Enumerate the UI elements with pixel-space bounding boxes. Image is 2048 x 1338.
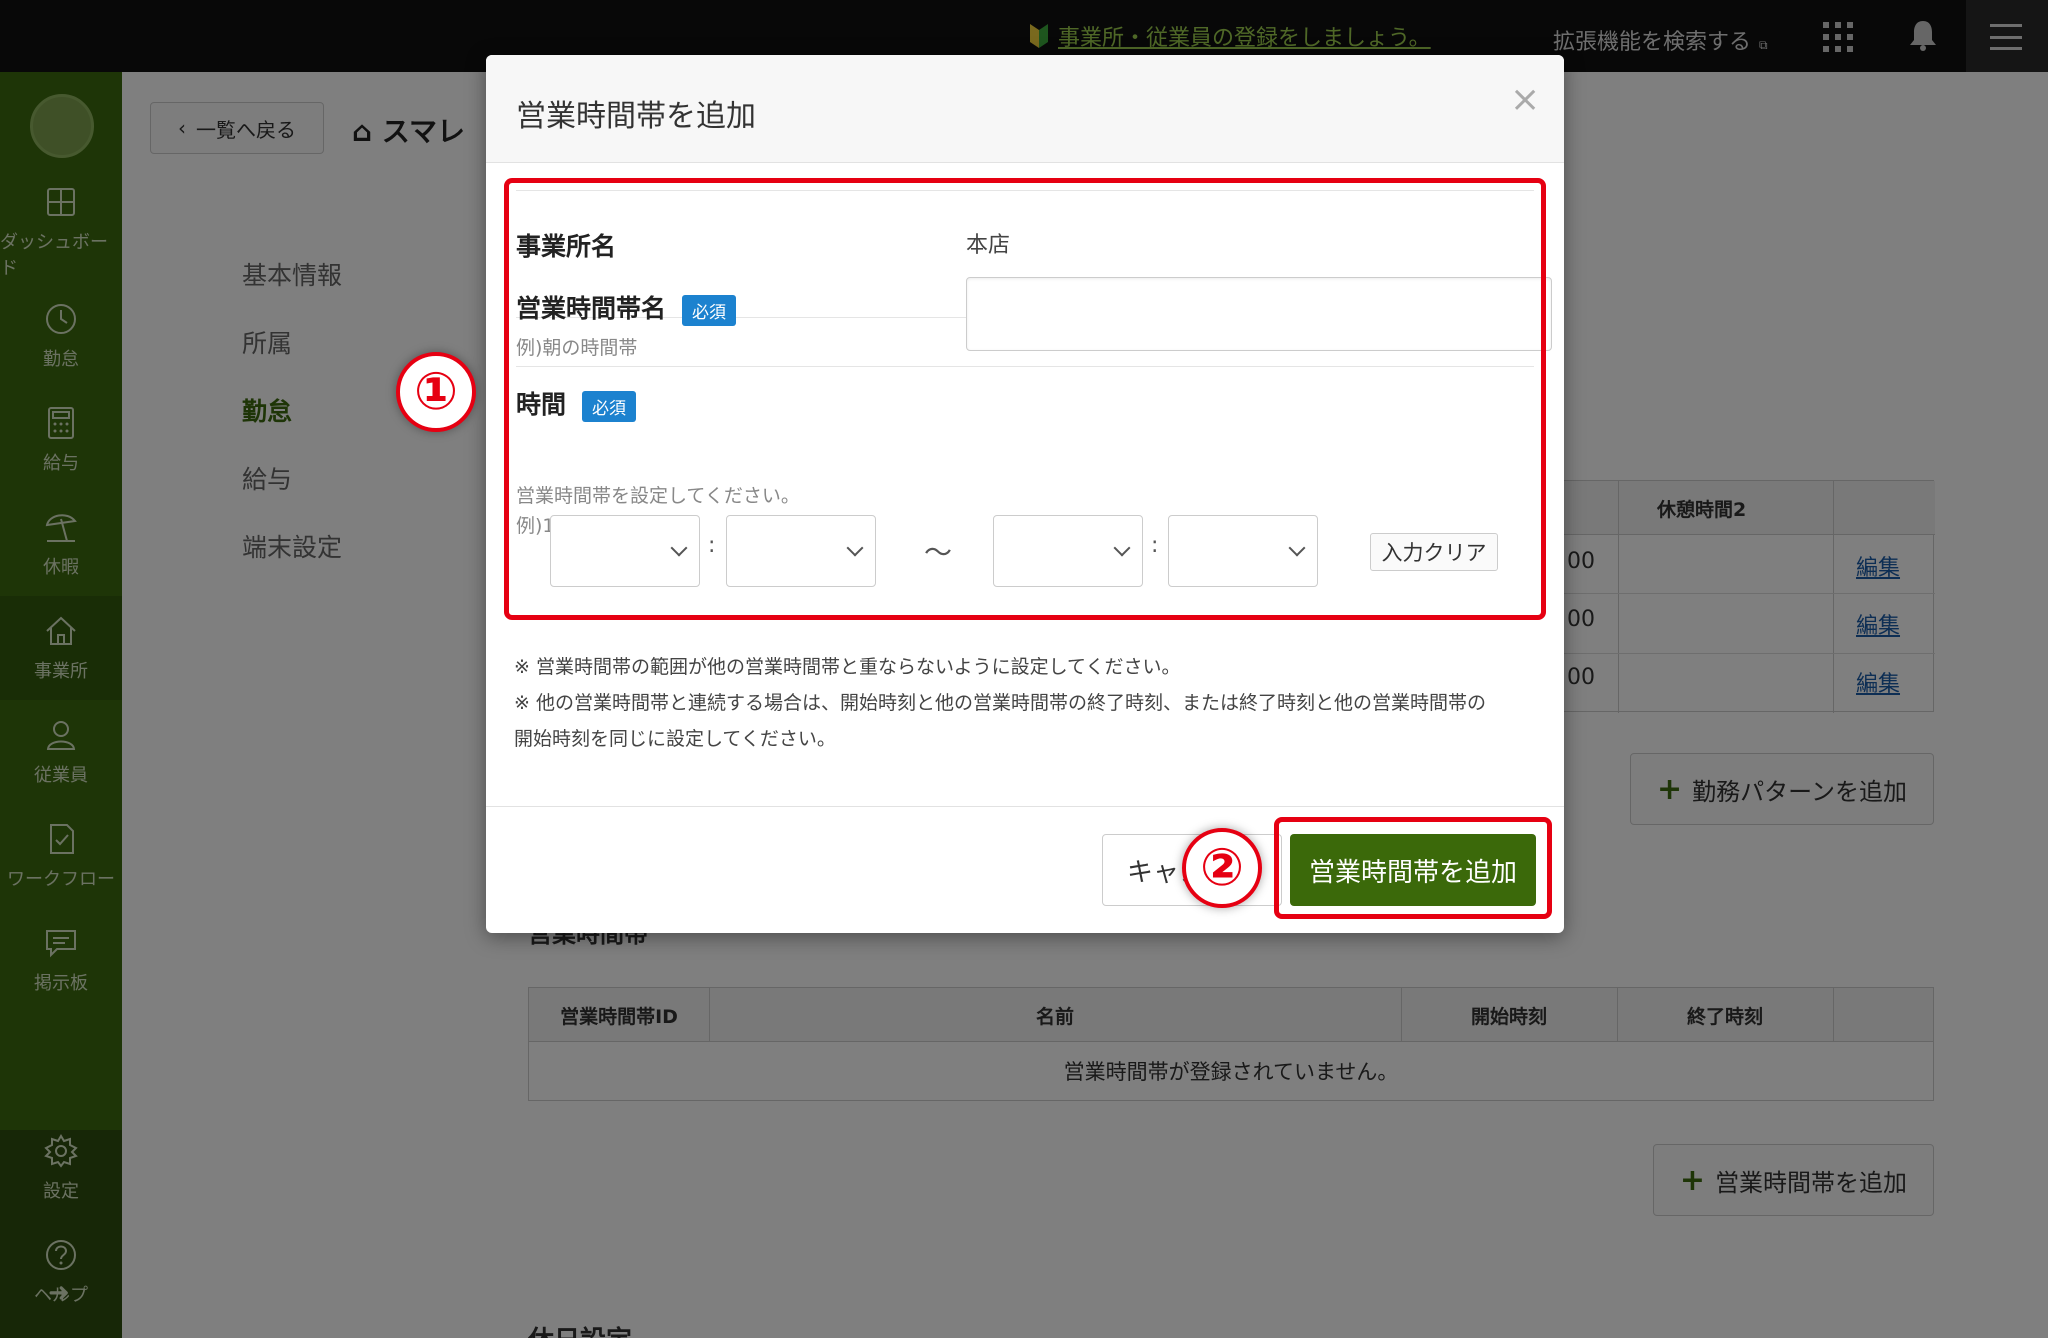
note-continuous-cont: 開始時刻を同じに設定してください。 xyxy=(514,728,836,750)
note-continuous: ※ 他の営業時間帯と連続する場合は、開始時刻と他の営業時間帯の終了時刻、または終… xyxy=(514,692,1486,714)
annotation-box-form xyxy=(504,178,1546,620)
note-overlap: ※ 営業時間帯の範囲が他の営業時間帯と重ならないように設定してください。 xyxy=(514,656,1181,678)
modal-title: 営業時間帯を追加 xyxy=(516,99,756,134)
modal-footer-divider xyxy=(486,806,1564,807)
modal-header: 営業時間帯を追加 × xyxy=(486,55,1564,163)
close-icon[interactable]: × xyxy=(1510,79,1540,120)
annotation-box-submit xyxy=(1274,817,1552,919)
annotation-marker-1: ① xyxy=(396,352,476,432)
annotation-marker-2: ② xyxy=(1182,828,1262,908)
